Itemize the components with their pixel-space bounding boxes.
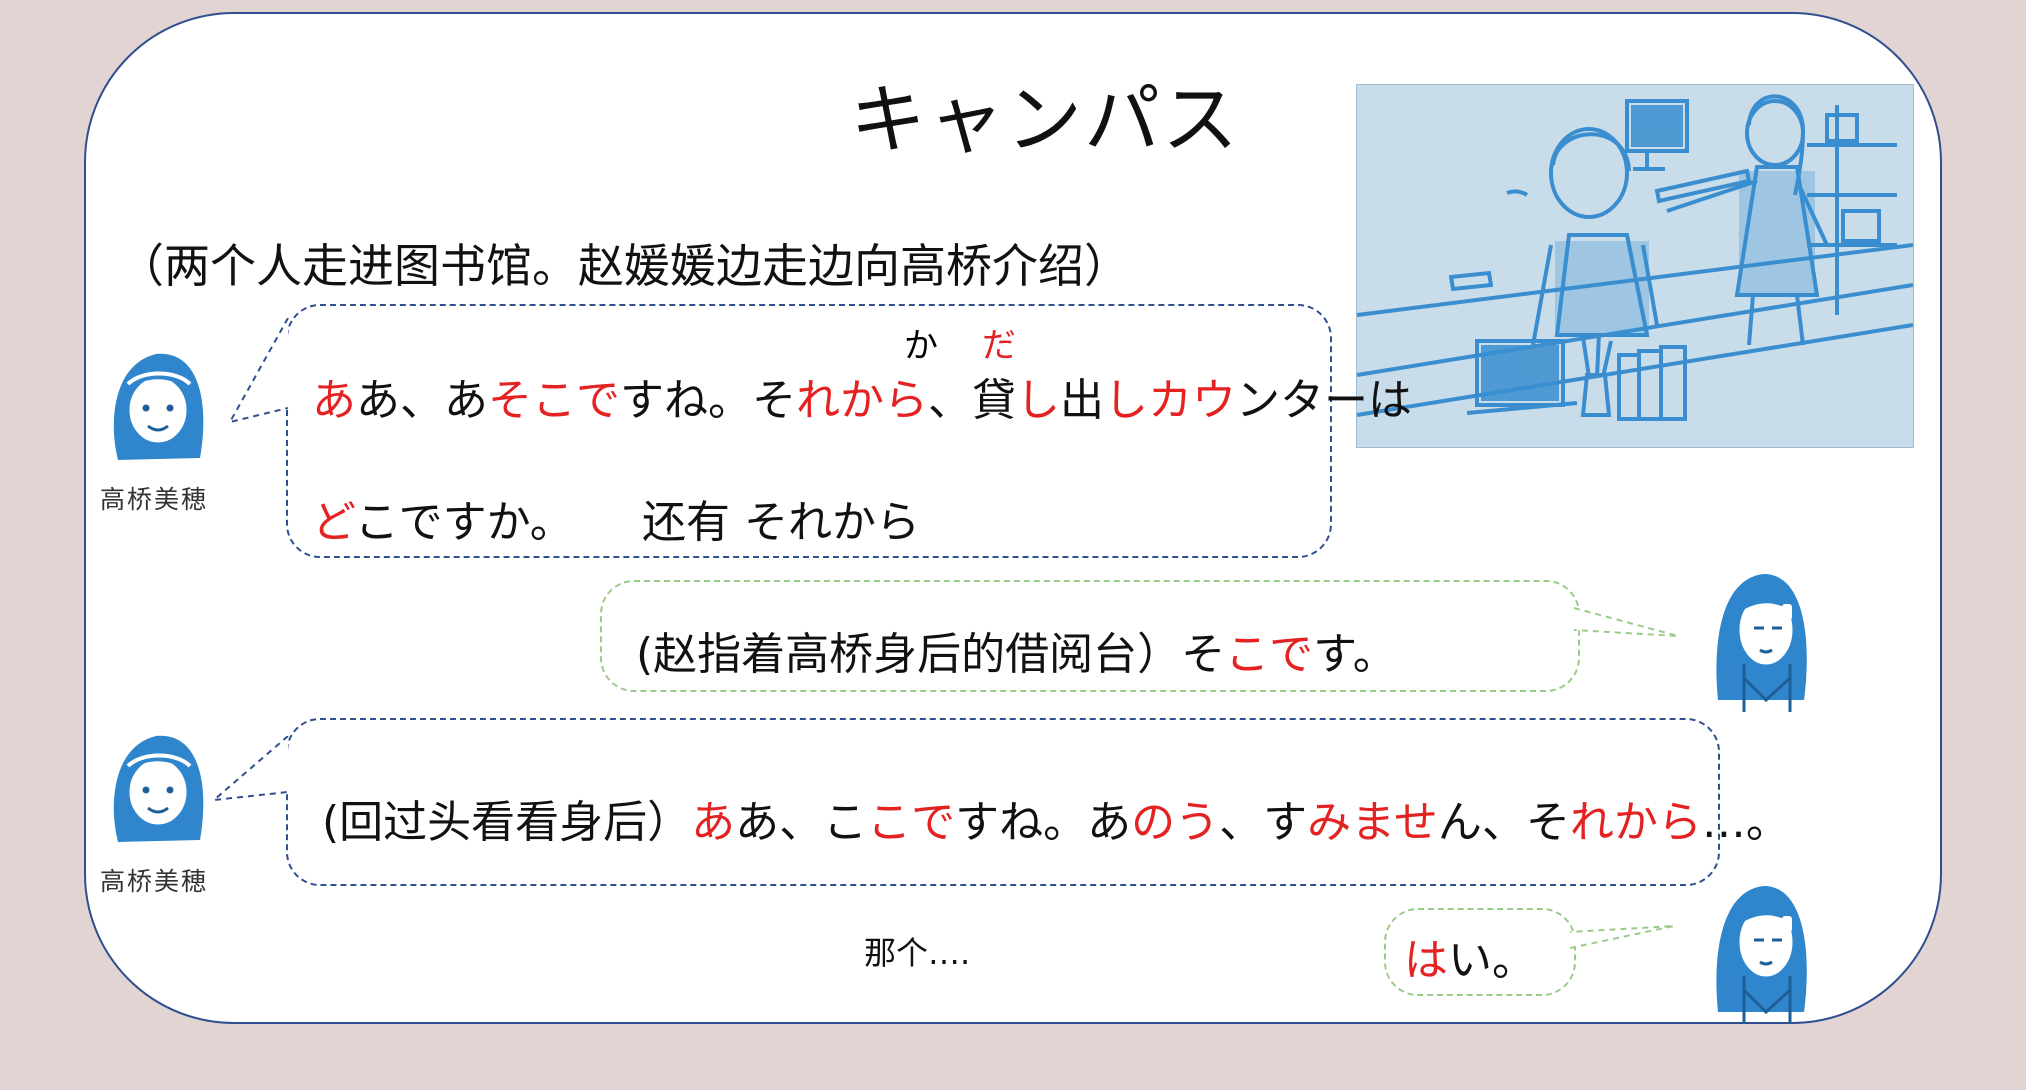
zhao-avatar-2 <box>1704 872 1818 1024</box>
situation-text: （两个人走进图书馆。赵媛媛边走边向高桥介绍） <box>118 239 1130 293</box>
line4-text: はい。 <box>1404 935 1536 986</box>
furigana-da: だ <box>982 326 1016 366</box>
bubble-tail-2 <box>1574 607 1679 637</box>
zhao-avatar <box>1704 560 1818 712</box>
bubble-tail-3 <box>212 736 289 802</box>
speaker-caption-2: 高桥美穂 <box>100 867 209 896</box>
furigana-ka: か <box>904 326 938 366</box>
library-scene-drawing <box>1356 85 1914 447</box>
line1-note: 还有 それから <box>642 497 920 548</box>
line1-row2: どこですか。 <box>312 497 574 548</box>
takahashi-avatar-2 <box>100 722 214 854</box>
page-title: キャンパス <box>850 75 1240 164</box>
note-under: 那个…. <box>864 934 971 972</box>
takahashi-avatar <box>100 340 214 472</box>
bubble-tail-4 <box>1570 925 1675 949</box>
line1-row1: ああ、あそこですね。それから、貸し出しカウンターは <box>312 375 1412 426</box>
speaker-caption: 高桥美穂 <box>100 485 209 514</box>
bubble-tail-1 <box>228 318 289 424</box>
line2-text: (赵指着高桥身后的借阅台）そこです。 <box>636 629 1397 680</box>
library-illustration <box>1356 84 1914 448</box>
line3-text: (回过头看看身后）ああ、ここですね。あのう、すみません、それから…。 <box>322 797 1790 848</box>
